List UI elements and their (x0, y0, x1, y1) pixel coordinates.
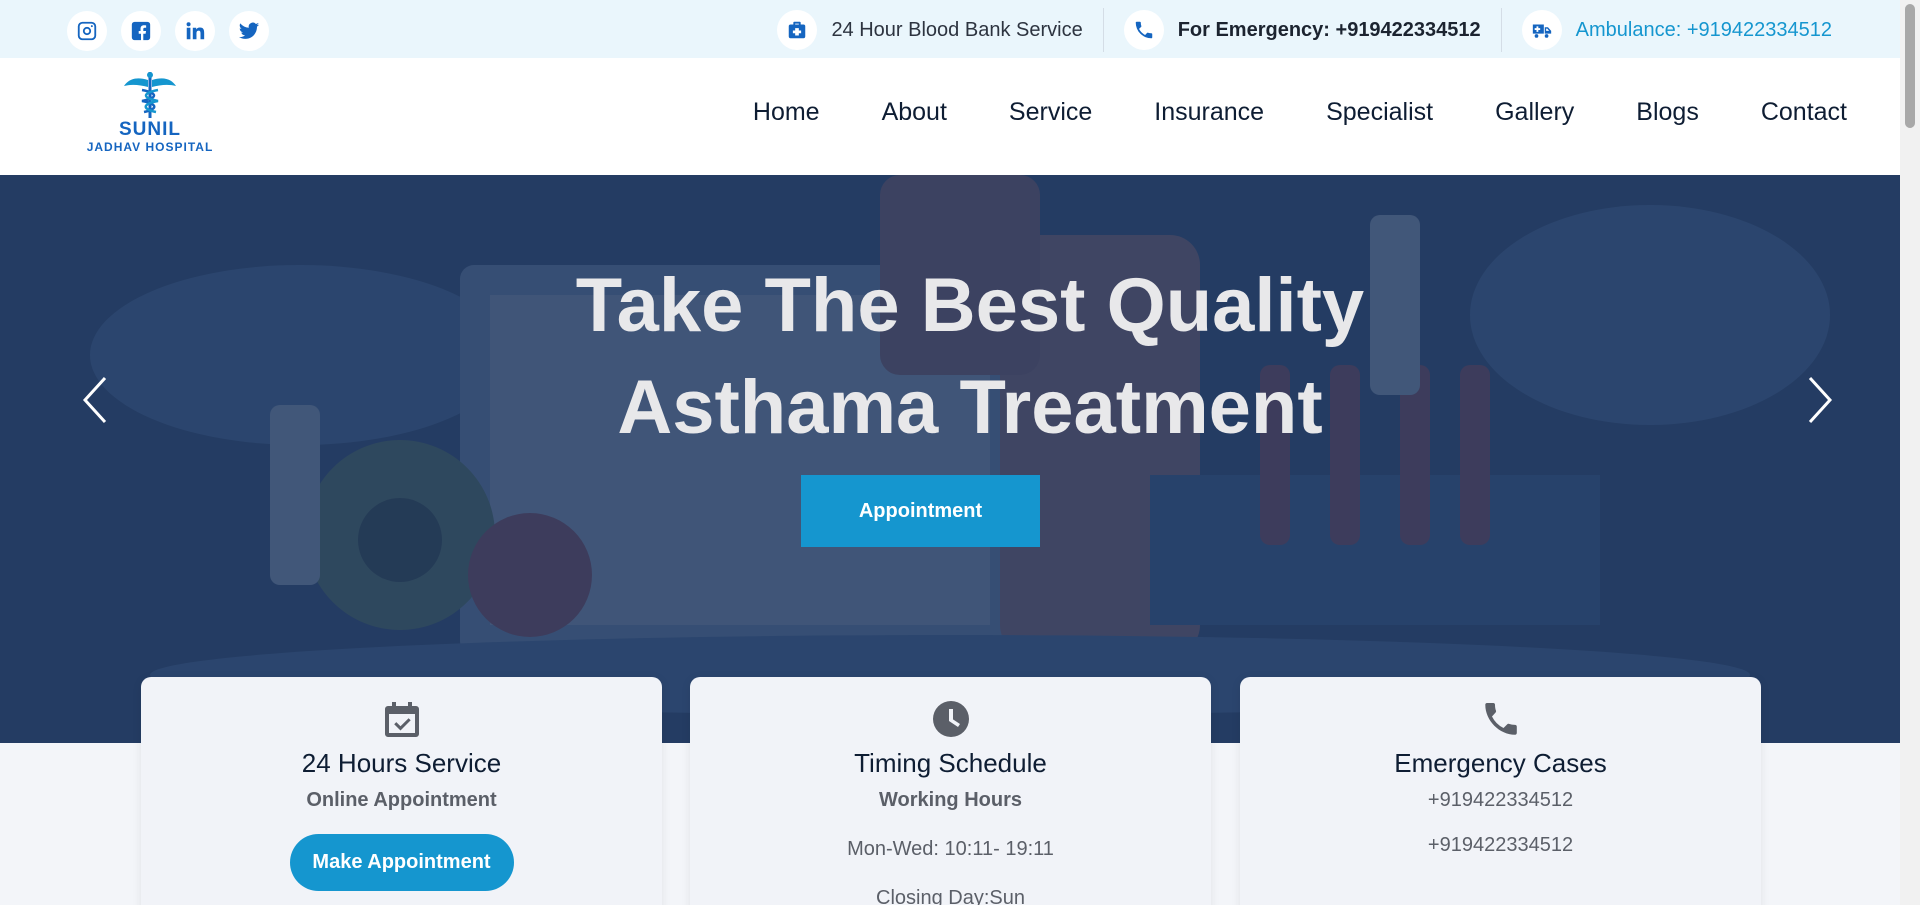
phone-icon (1123, 10, 1164, 50)
nav-contact[interactable]: Contact (1730, 98, 1847, 127)
emergency-text: For Emergency: +919422334512 (1177, 18, 1481, 41)
instagram-icon (77, 21, 97, 41)
twitter-icon (238, 22, 260, 39)
closing-day-text: Closing Day:Sun (876, 887, 1025, 905)
card-title: Timing Schedule (854, 748, 1047, 778)
make-appointment-button[interactable]: Make Appointment (289, 834, 514, 891)
phone-icon (1481, 699, 1521, 739)
hero-title: Take The Best Quality Asthama Treatment (380, 255, 1560, 459)
nav-insurance[interactable]: Insurance (1123, 98, 1295, 127)
top-contacts: 24 Hour Blood Bank Service For Emergency… (757, 8, 1852, 52)
card-subtitle: Online Appointment (306, 789, 497, 811)
ambulance-info[interactable]: Ambulance: +919422334512 (1500, 8, 1852, 52)
logo[interactable]: SUNIL JADHAV HOSPITAL (75, 70, 225, 165)
slider-next-button[interactable] (1800, 370, 1840, 430)
calendar-check-icon (382, 699, 422, 739)
emergency-phone-1[interactable]: +919422334512 (1240, 789, 1761, 812)
linkedin-link[interactable] (175, 11, 215, 51)
card-subtitle: Working Hours (879, 789, 1022, 811)
header: SUNIL JADHAV HOSPITAL Home About Service… (0, 58, 1900, 175)
hero-appointment-button[interactable]: Appointment (801, 475, 1040, 547)
logo-line2: JADHAV HOSPITAL (86, 140, 214, 154)
hero-title-line1: Take The Best Quality (575, 263, 1365, 348)
caduceus-icon (124, 72, 176, 118)
ambulance-text: Ambulance: +919422334512 (1575, 18, 1832, 41)
top-bar: 24 Hour Blood Bank Service For Emergency… (0, 0, 1900, 58)
facebook-icon (131, 21, 151, 41)
chevron-right-icon (1808, 376, 1833, 424)
page: 24 Hour Blood Bank Service For Emergency… (0, 0, 1920, 905)
nav-specialist[interactable]: Specialist (1295, 98, 1464, 127)
card-emergency: Emergency Cases +919422334512 +919422334… (1240, 677, 1761, 905)
chevron-left-icon (82, 376, 107, 424)
nav-service[interactable]: Service (978, 98, 1123, 127)
social-links (67, 11, 269, 51)
hero-slider: Take The Best Quality Asthama Treatment … (0, 175, 1900, 743)
emergency-info[interactable]: For Emergency: +919422334512 (1102, 8, 1501, 52)
medical-kit-icon (777, 10, 818, 50)
card-title: 24 Hours Service (301, 748, 502, 778)
emergency-phone-2[interactable]: +919422334512 (1240, 834, 1761, 857)
instagram-link[interactable] (67, 11, 107, 51)
slider-prev-button[interactable] (75, 370, 115, 430)
linkedin-icon (186, 22, 205, 40)
page-scrollbar[interactable] (1900, 0, 1920, 905)
ambulance-icon (1521, 10, 1562, 50)
nav-gallery[interactable]: Gallery (1464, 98, 1605, 127)
blood-bank-text: 24 Hour Blood Bank Service (831, 18, 1083, 41)
facebook-link[interactable] (121, 11, 161, 51)
clock-icon (931, 699, 971, 739)
nav-blogs[interactable]: Blogs (1605, 98, 1730, 127)
twitter-link[interactable] (229, 11, 269, 51)
nav-home[interactable]: Home (722, 98, 851, 127)
card-title: Emergency Cases (1394, 748, 1607, 778)
nav-about[interactable]: About (851, 98, 978, 127)
main-nav: Home About Service Insurance Specialist … (722, 98, 1847, 127)
scrollbar-thumb[interactable] (1905, 4, 1915, 128)
logo-line1: SUNIL (119, 119, 181, 140)
hero-title-line2: Asthama Treatment (617, 365, 1323, 450)
working-hours-text: Mon-Wed: 10:11- 19:11 (847, 838, 1054, 860)
card-timing: Timing Schedule Working Hours Mon-Wed: 1… (690, 677, 1211, 905)
card-24-hours: 24 Hours Service Online Appointment Make… (141, 677, 662, 905)
blood-bank-info: 24 Hour Blood Bank Service (757, 8, 1102, 52)
